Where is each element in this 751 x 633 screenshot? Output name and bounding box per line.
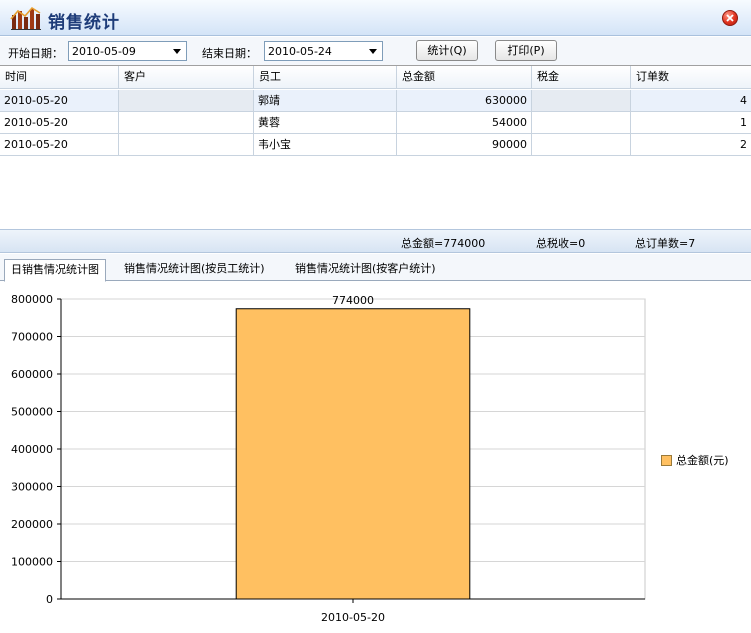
cell-orders: 1 — [631, 112, 751, 134]
table-row[interactable]: 2010-05-20 黄蓉 54000 1 — [0, 112, 751, 134]
sales-stat-window: 销售统计 开始日期： 2010-05-09 结束日期： 2010-05-24 统… — [0, 0, 751, 633]
summary-bar: 总金额=774000 总税收=0 总订单数=7 — [0, 229, 751, 253]
y-tick-label: 400000 — [11, 443, 53, 456]
total-orders: 总订单数=7 — [635, 237, 696, 250]
start-date-picker[interactable]: 2010-05-09 — [68, 41, 187, 61]
window-title: 销售统计 — [48, 13, 120, 33]
table-row[interactable]: 2010-05-20 郭靖 630000 4 — [0, 90, 751, 112]
column-header-customer[interactable]: 客户 — [119, 66, 254, 89]
cell-time: 2010-05-20 — [0, 90, 119, 112]
bar-chart-icon — [10, 6, 41, 30]
cell-orders: 4 — [631, 90, 751, 112]
y-tick-label: 800000 — [11, 293, 53, 306]
y-tick-label: 100000 — [11, 556, 53, 569]
tab-daily-sales[interactable]: 日销售情况统计图 — [4, 259, 106, 282]
cell-employee: 黄蓉 — [254, 112, 397, 134]
chart-panel: 0 100000 200000 300000 400000 500000 600000 700… — [0, 282, 751, 633]
column-header-employee[interactable]: 员工 — [254, 66, 397, 89]
start-date-value: 2010-05-09 — [72, 45, 136, 58]
cell-tax — [532, 134, 631, 156]
cell-amount: 54000 — [397, 112, 532, 134]
close-button[interactable] — [722, 10, 738, 26]
end-date-value: 2010-05-24 — [268, 45, 332, 58]
y-tick-label: 0 — [46, 593, 53, 606]
column-header-tax[interactable]: 税金 — [532, 66, 631, 89]
legend-swatch — [661, 455, 672, 466]
dropdown-arrow-icon — [173, 49, 181, 54]
y-tick-label: 600000 — [11, 368, 53, 381]
bar — [235, 308, 471, 600]
total-tax: 总税收=0 — [536, 237, 586, 250]
chart-legend: 总金额(元) — [661, 452, 729, 468]
y-tick-label: 300000 — [11, 481, 53, 494]
title-bar: 销售统计 — [0, 0, 751, 36]
dropdown-arrow-icon — [369, 49, 377, 54]
cell-employee: 郭靖 — [254, 90, 397, 112]
tab-by-customer[interactable]: 销售情况统计图(按客户统计) — [289, 259, 442, 281]
cell-amount: 90000 — [397, 134, 532, 156]
column-header-time[interactable]: 时间 — [0, 66, 119, 89]
filter-toolbar: 开始日期： 2010-05-09 结束日期： 2010-05-24 统计(Q) … — [0, 37, 751, 65]
column-header-orders[interactable]: 订单数 — [631, 66, 751, 89]
cell-customer — [119, 134, 254, 156]
cell-time: 2010-05-20 — [0, 112, 119, 134]
cell-time: 2010-05-20 — [0, 134, 119, 156]
chart-tabs: 日销售情况统计图 销售情况统计图(按员工统计) 销售情况统计图(按客户统计) — [0, 254, 751, 282]
cell-employee: 韦小宝 — [254, 134, 397, 156]
bar-data-label: 774000 — [332, 294, 374, 307]
start-date-label: 开始日期： — [8, 47, 63, 60]
table-header: 时间 客户 员工 总金额 税金 订单数 — [0, 66, 751, 89]
end-date-picker[interactable]: 2010-05-24 — [264, 41, 383, 61]
legend-label: 总金额(元) — [676, 454, 729, 467]
cell-orders: 2 — [631, 134, 751, 156]
table-row[interactable]: 2010-05-20 韦小宝 90000 2 — [0, 134, 751, 156]
sales-bar-chart: 0 100000 200000 300000 400000 500000 600000 700… — [11, 293, 646, 624]
y-tick-label: 500000 — [11, 406, 53, 419]
cell-tax — [532, 112, 631, 134]
column-header-amount[interactable]: 总金额 — [397, 66, 532, 89]
y-tick-label: 200000 — [11, 518, 53, 531]
close-icon — [726, 14, 734, 22]
cell-customer — [119, 90, 254, 112]
cell-amount: 630000 — [397, 90, 532, 112]
cell-tax — [532, 90, 631, 112]
end-date-label: 结束日期： — [202, 47, 257, 60]
total-amount: 总金额=774000 — [401, 237, 486, 250]
stat-button[interactable]: 统计(Q) — [416, 40, 478, 61]
y-tick-label: 700000 — [11, 331, 53, 344]
tab-by-employee[interactable]: 销售情况统计图(按员工统计) — [118, 259, 271, 281]
sales-table: 时间 客户 员工 总金额 税金 订单数 2010-05-20 郭靖 630000… — [0, 65, 751, 233]
print-button[interactable]: 打印(P) — [495, 40, 557, 61]
cell-customer — [119, 112, 254, 134]
x-tick-label: 2010-05-20 — [321, 611, 385, 624]
